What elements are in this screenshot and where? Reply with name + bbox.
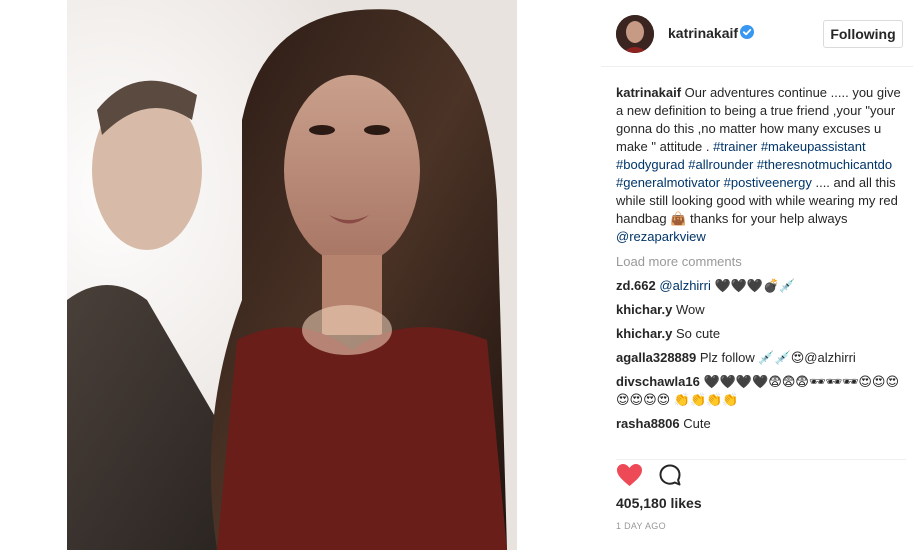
comment-bubble-icon[interactable] bbox=[658, 463, 682, 487]
post-page: katrinakaif Following katrinakaif Our ad… bbox=[0, 0, 913, 550]
heart-icon[interactable] bbox=[616, 463, 643, 487]
comment-mention[interactable]: @alzhirri bbox=[659, 278, 710, 293]
load-more-comments-link[interactable]: Load more comments bbox=[616, 253, 901, 271]
comment-item: rasha8806 Cute bbox=[616, 415, 901, 433]
post-header: katrinakaif Following bbox=[601, 0, 913, 67]
comment-username[interactable]: divschawla16 bbox=[616, 374, 700, 389]
comment-text: 🖤🖤🖤💣💉 bbox=[714, 278, 796, 293]
post-caption: katrinakaif Our adventures continue ....… bbox=[616, 84, 901, 246]
comment-item: zd.662 @alzhirri 🖤🖤🖤💣💉 bbox=[616, 277, 901, 295]
following-button[interactable]: Following bbox=[823, 20, 903, 48]
comment-username[interactable]: zd.662 bbox=[616, 278, 656, 293]
post-sidebar: katrinakaif Following katrinakaif Our ad… bbox=[601, 0, 913, 550]
comment-text: Plz follow 💉💉😍@alzhirri bbox=[699, 350, 856, 365]
comment-username[interactable]: agalla328889 bbox=[616, 350, 696, 365]
photo-illustration bbox=[67, 0, 517, 550]
comment-username[interactable]: rasha8806 bbox=[616, 416, 680, 431]
post-actions bbox=[616, 459, 906, 490]
comment-username[interactable]: khichar.y bbox=[616, 302, 672, 317]
avatar-image bbox=[616, 15, 654, 53]
comment-item: khichar.y Wow bbox=[616, 301, 901, 319]
post-photo[interactable] bbox=[67, 0, 517, 550]
header-username[interactable]: katrinakaif bbox=[668, 25, 738, 41]
likes-count[interactable]: 405,180 likes bbox=[616, 495, 702, 511]
avatar[interactable] bbox=[616, 15, 654, 53]
comment-text: So cute bbox=[676, 326, 721, 341]
comment-item: agalla328889 Plz follow 💉💉😍@alzhirri bbox=[616, 349, 901, 367]
comment-username[interactable]: khichar.y bbox=[616, 326, 672, 341]
comment-text: Cute bbox=[683, 416, 711, 431]
caption-mention[interactable]: @rezaparkview bbox=[616, 229, 706, 244]
comment-item: khichar.y So cute bbox=[616, 325, 901, 343]
caption-username[interactable]: katrinakaif bbox=[616, 85, 681, 100]
verified-badge-icon bbox=[740, 25, 754, 39]
comment-item: divschawla16 🖤🖤🖤🖤😨😨😨🕶🕶🕶😍😍😍😍😍😍😍 👏👏👏👏 bbox=[616, 373, 901, 409]
comments-list: katrinakaif Our adventures continue ....… bbox=[616, 84, 901, 433]
comment-text: Wow bbox=[676, 302, 705, 317]
post-timestamp[interactable]: 1 DAY AGO bbox=[616, 521, 666, 531]
